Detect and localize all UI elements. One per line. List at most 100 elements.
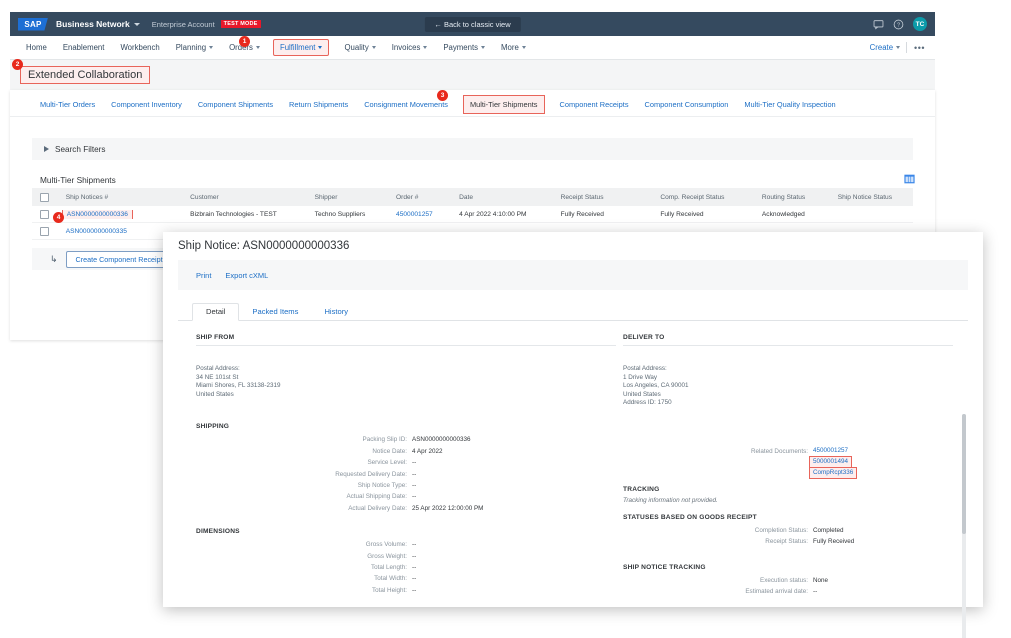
tab-component-receipts[interactable]: Component Receipts: [560, 100, 629, 109]
ship-from-address: Postal Address: 34 NE 101st St Miami Sho…: [196, 365, 616, 399]
annotation-badge-1: 1: [239, 36, 250, 47]
table-header-row: Ship Notices # Customer Shipper Order # …: [32, 188, 913, 206]
create-component-receipt-button[interactable]: Create Component Receipt: [65, 250, 173, 268]
nav-item-payments[interactable]: Payments: [443, 43, 486, 52]
tab-multi-tier-orders[interactable]: Multi-Tier Orders: [40, 100, 95, 109]
field-value: ASN0000000000336: [412, 436, 471, 444]
primary-navigation: Home Enablement Workbench Planning Order…: [10, 36, 935, 62]
print-button[interactable]: Print: [196, 271, 211, 280]
modal-scrollbar[interactable]: [962, 414, 966, 638]
column-receipt-status: Receipt Status: [560, 193, 604, 201]
tab-multi-tier-quality-inspection[interactable]: Multi-Tier Quality Inspection: [744, 100, 835, 109]
shipping-fields: Packing Slip ID: ASN0000000000336 Notice…: [196, 434, 616, 514]
nav-item-invoices[interactable]: Invoices: [392, 43, 428, 52]
tab-multi-tier-shipments[interactable]: Multi-Tier Shipments: [463, 95, 545, 114]
field-value: Completed: [813, 526, 844, 534]
tab-history[interactable]: History: [311, 304, 361, 320]
messages-icon[interactable]: [873, 19, 884, 30]
product-name[interactable]: Business Network: [56, 19, 130, 29]
address-label: Postal Address:: [623, 365, 667, 372]
nav-label: Invoices: [391, 43, 421, 52]
nav-item-workbench[interactable]: Workbench: [120, 43, 159, 52]
chevron-down-icon: [481, 46, 486, 49]
address-line-1: 1 Drive Way: [623, 373, 658, 381]
related-documents-label: Related Documents:: [750, 447, 808, 455]
ship-notice-link[interactable]: ASN0000000000335: [66, 228, 127, 235]
ship-notice-link[interactable]: ASN0000000000336: [61, 209, 133, 219]
row-checkbox[interactable]: [40, 226, 50, 236]
tracking-note: Tracking information not provided.: [623, 496, 718, 504]
tab-component-consumption[interactable]: Component Consumption: [645, 100, 729, 109]
account-type-label: Enterprise Account: [151, 19, 215, 29]
address-line-3: United States: [623, 390, 661, 398]
page-title: Extended Collaboration: [20, 66, 151, 84]
annotation-badge-3: 3: [437, 90, 448, 101]
nav-item-more[interactable]: More: [501, 43, 526, 52]
help-icon[interactable]: ?: [893, 19, 904, 30]
modal-toolbar: Print Export cXML: [178, 260, 968, 290]
nav-item-quality[interactable]: Quality: [344, 43, 376, 52]
select-all-checkbox[interactable]: [40, 192, 50, 202]
column-customer: Customer: [190, 193, 219, 201]
tab-component-shipments[interactable]: Component Shipments: [198, 100, 273, 109]
cell-order-link[interactable]: 4500001257: [388, 211, 451, 218]
tab-component-inventory[interactable]: Component Inventory: [111, 100, 182, 109]
field-value: --: [412, 552, 417, 560]
overflow-menu-button[interactable]: •••: [914, 43, 925, 53]
row-select-cell[interactable]: [32, 226, 58, 236]
export-cxml-button[interactable]: Export cXML: [225, 271, 268, 280]
field-gross-weight: Gross Weight: --: [196, 551, 616, 562]
related-doc-order-link[interactable]: 4500001257: [813, 446, 856, 456]
nav-label: Planning: [175, 43, 207, 52]
related-doc-receipt-link[interactable]: CompRcpt336: [808, 466, 858, 479]
table-settings-icon[interactable]: [904, 174, 915, 184]
cell-routing-status: Acknowledged: [761, 210, 805, 218]
field-label: Packing Slip ID:: [362, 436, 407, 444]
field-estimated-arrival-date: Estimated arrival date: --: [623, 586, 953, 597]
nav-item-enablement[interactable]: Enablement: [63, 43, 105, 52]
chevron-down-icon: [318, 46, 323, 49]
avatar[interactable]: TC: [913, 17, 927, 31]
nav-item-home[interactable]: Home: [26, 43, 47, 52]
field-actual-shipping-date: Actual Shipping Date: --: [196, 491, 616, 502]
field-value: --: [412, 470, 417, 478]
modal-tabs: Detail Packed Items History: [178, 302, 968, 321]
create-button[interactable]: Create: [870, 43, 901, 52]
field-label: Total Width:: [374, 575, 407, 583]
table-row[interactable]: ASN0000000000336 Bizbrain Technologies -…: [32, 206, 913, 223]
tab-packed-items[interactable]: Packed Items: [239, 304, 311, 320]
nav-item-fulfillment[interactable]: Fulfillment: [272, 39, 330, 62]
nav-label: Quality: [344, 43, 369, 52]
tab-return-shipments[interactable]: Return Shipments: [289, 100, 348, 109]
cell-date: 4 Apr 2022 4:10:00 PM: [459, 210, 527, 218]
search-filters-toggle[interactable]: Search Filters: [32, 138, 913, 160]
column-ship-notices: Ship Notices #: [65, 193, 109, 201]
row-checkbox[interactable]: [40, 209, 50, 219]
field-notice-date: Notice Date: 4 Apr 2022: [196, 446, 616, 457]
svg-text:?: ?: [897, 22, 900, 28]
chevron-down-icon: [521, 46, 526, 49]
related-doc-delivery-link[interactable]: 5000001494: [808, 455, 853, 468]
chevron-down-icon[interactable]: [133, 22, 140, 26]
address-label: Postal Address:: [196, 365, 240, 372]
modal-scrollbar-thumb[interactable]: [962, 414, 966, 534]
back-to-classic-label: Back to classic view: [443, 19, 511, 29]
deliver-to-address: Postal Address: 1 Drive Way Los Angeles,…: [623, 365, 953, 408]
deliver-to-masked-line: [623, 350, 953, 359]
nav-item-planning[interactable]: Planning: [175, 43, 214, 52]
dimensions-heading: DIMENSIONS: [196, 528, 240, 536]
field-gross-volume: Gross Volume: --: [196, 539, 616, 550]
field-value: None: [813, 576, 829, 584]
tab-consignment-movements[interactable]: Consignment Movements: [364, 100, 448, 109]
cell-ship-notice[interactable]: ASN0000000000336: [58, 209, 182, 219]
ship-notice-modal: Ship Notice: ASN0000000000336 Print Expo…: [163, 232, 983, 638]
app-root: SAP Business Network Enterprise Account …: [0, 0, 1011, 638]
back-to-classic-view-button[interactable]: ← Back to classic view: [424, 16, 521, 32]
select-all-cell[interactable]: [32, 192, 58, 202]
sub-action-arrow-icon: ↳: [50, 253, 58, 264]
divider: [623, 345, 953, 346]
field-ship-notice-type: Ship Notice Type: --: [196, 480, 616, 491]
triangle-right-icon: [44, 146, 49, 152]
shipping-heading: SHIPPING: [196, 423, 230, 431]
tab-detail[interactable]: Detail: [192, 303, 240, 321]
